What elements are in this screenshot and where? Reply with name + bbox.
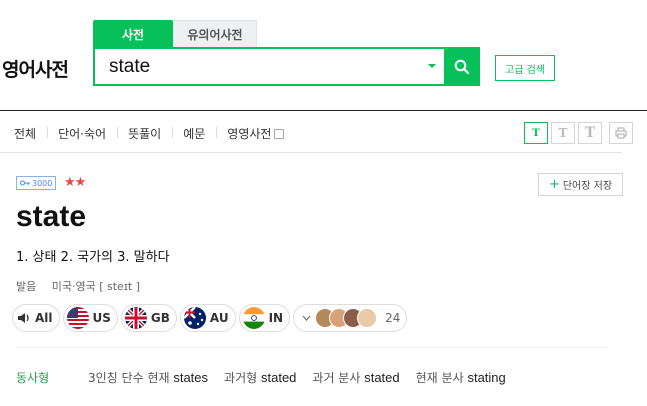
search-icon bbox=[454, 59, 470, 74]
us-flag-icon bbox=[66, 307, 89, 329]
conjugation-value[interactable]: states bbox=[173, 370, 208, 385]
play-us-label: US bbox=[92, 311, 111, 325]
conjugation-row: 동사형 3인칭 단수 현재 states 과거형 stated 과거 분사 st… bbox=[16, 369, 522, 386]
conjugation-value[interactable]: stated bbox=[364, 370, 399, 385]
filter-divider bbox=[0, 152, 622, 153]
au-flag-icon bbox=[183, 307, 206, 329]
print-icon bbox=[615, 127, 627, 139]
play-au-button[interactable]: AU bbox=[179, 304, 236, 332]
print-button[interactable] bbox=[609, 122, 633, 144]
header-divider bbox=[0, 110, 647, 111]
conjugation-name: 3인칭 단수 현재 bbox=[88, 371, 170, 385]
audio-row: All US GB AU IN 24 bbox=[12, 304, 408, 332]
play-in-button[interactable]: IN bbox=[238, 304, 291, 332]
contributor-pronunciations-button[interactable]: 24 bbox=[293, 304, 408, 332]
key-icon bbox=[20, 180, 30, 186]
filter-bar: 전체 단어·숙어 뜻풀이 예문 영영사전 bbox=[14, 125, 295, 142]
conjugation-name: 과거형 bbox=[224, 371, 258, 385]
pronunciation-label: 발음 bbox=[16, 280, 37, 293]
play-au-label: AU bbox=[209, 311, 229, 325]
play-all-button[interactable]: All bbox=[12, 304, 60, 332]
gb-flag-icon bbox=[124, 307, 147, 329]
font-large-button[interactable]: T bbox=[578, 122, 602, 144]
filter-words-idioms[interactable]: 단어·숙어 bbox=[47, 125, 117, 142]
filter-english-english[interactable]: 영영사전 bbox=[216, 125, 295, 142]
conjugation-name: 현재 분사 bbox=[415, 371, 464, 385]
app-title: 영어사전 bbox=[2, 59, 69, 81]
meanings-summary: 1. 상태 2. 국가의 3. 말하다 bbox=[16, 250, 170, 265]
plus-icon: + bbox=[548, 177, 560, 192]
save-to-wordbook-button[interactable]: + 단어장 저장 bbox=[538, 173, 623, 196]
conjugation-value[interactable]: stated bbox=[261, 370, 296, 385]
font-size-tools: T T T bbox=[524, 122, 633, 144]
contributor-avatars bbox=[315, 308, 378, 328]
filter-all[interactable]: 전체 bbox=[14, 125, 47, 142]
headword: state bbox=[16, 200, 87, 233]
conjugation-label: 동사형 bbox=[16, 371, 50, 385]
level-badge: 3000 bbox=[16, 176, 57, 190]
play-all-label: All bbox=[35, 311, 53, 325]
font-medium-button[interactable]: T bbox=[551, 122, 575, 144]
advanced-search-button[interactable]: 고급 검색 bbox=[495, 55, 555, 81]
play-us-button[interactable]: US bbox=[62, 304, 118, 332]
pronunciation-row: 발음 미국·영국 [ steɪt ] bbox=[16, 278, 140, 294]
conjugation-item: 현재 분사 stating bbox=[416, 369, 506, 386]
search-input[interactable] bbox=[95, 49, 415, 84]
conjugation-name: 과거 분사 bbox=[312, 371, 361, 385]
search-button[interactable] bbox=[444, 47, 480, 86]
search-box bbox=[93, 47, 480, 86]
filter-english-english-label: 영영사전 bbox=[227, 127, 272, 141]
conjugation-item: 3인칭 단수 현재 states bbox=[88, 369, 208, 386]
contributor-count: 24 bbox=[385, 311, 401, 325]
conjugation-value[interactable]: stating bbox=[467, 370, 505, 385]
play-gb-button[interactable]: GB bbox=[120, 304, 177, 332]
importance-stars: ★★ bbox=[64, 175, 86, 190]
english-english-checkbox[interactable] bbox=[274, 129, 285, 139]
speaker-icon bbox=[18, 313, 29, 323]
conjugation-item: 과거 분사 stated bbox=[312, 369, 399, 386]
filter-examples[interactable]: 예문 bbox=[172, 125, 216, 142]
save-to-wordbook-label: 단어장 저장 bbox=[562, 181, 613, 192]
dictionary-tabs: 사전 유의어사전 bbox=[93, 20, 257, 48]
chevron-down-icon bbox=[302, 315, 311, 321]
level-badge-label: 3000 bbox=[32, 178, 53, 188]
filter-definitions[interactable]: 뜻풀이 bbox=[117, 125, 172, 142]
avatar bbox=[357, 308, 378, 328]
in-flag-icon bbox=[242, 307, 265, 329]
font-small-button[interactable]: T bbox=[524, 122, 548, 144]
play-in-label: IN bbox=[268, 311, 284, 325]
play-gb-label: GB bbox=[150, 311, 170, 325]
autocomplete-toggle-icon[interactable] bbox=[428, 64, 436, 68]
conjugation-item: 과거형 stated bbox=[224, 369, 296, 386]
tab-synonym-dictionary[interactable]: 유의어사전 bbox=[173, 20, 257, 48]
tab-dictionary[interactable]: 사전 bbox=[93, 20, 173, 48]
pronunciation-value: 미국·영국 [ steɪt ] bbox=[51, 280, 141, 293]
section-divider bbox=[16, 347, 608, 348]
